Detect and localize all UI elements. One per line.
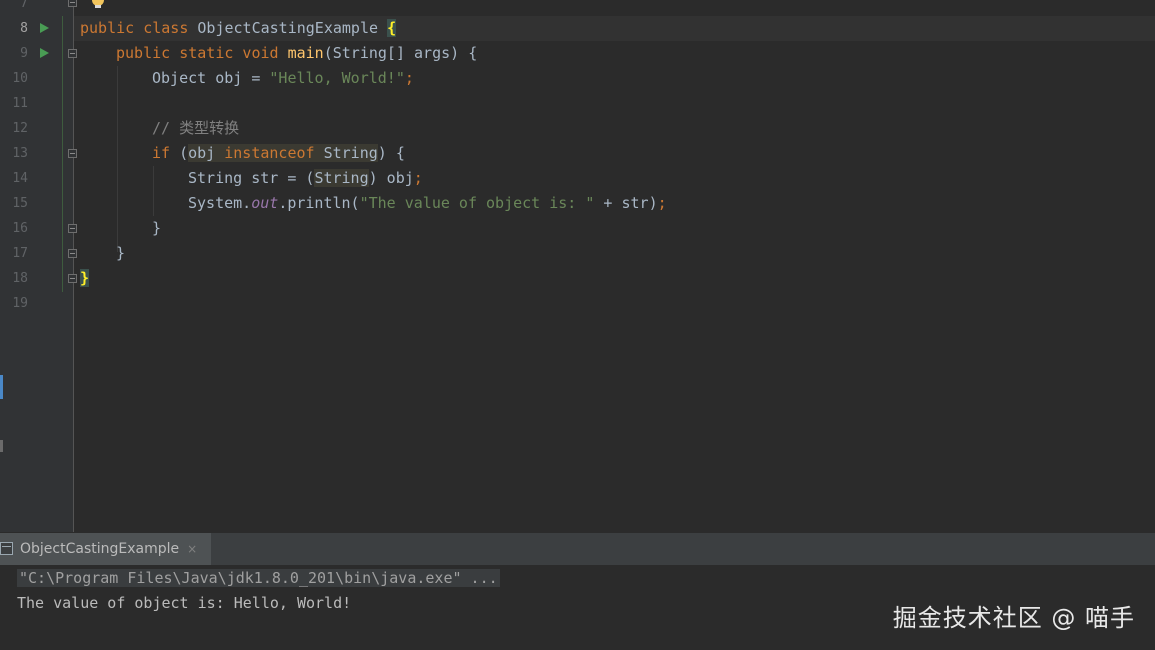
static-field: out bbox=[251, 194, 279, 212]
run-main-icon[interactable] bbox=[40, 48, 49, 58]
string-literal: "The value of object is: " bbox=[359, 194, 595, 212]
matched-brace: { bbox=[387, 19, 397, 37]
fold-marker-icon[interactable] bbox=[68, 49, 77, 58]
structure-marker bbox=[0, 375, 3, 399]
run-tab[interactable]: ObjectCastingExample × bbox=[0, 533, 212, 566]
intention-bulb-icon[interactable] bbox=[92, 0, 104, 8]
fold-marker-icon[interactable] bbox=[68, 274, 77, 283]
console-command[interactable]: "C:\Program Files\Java\jdk1.8.0_201\bin\… bbox=[17, 569, 500, 587]
close-icon[interactable]: × bbox=[187, 542, 197, 556]
console-icon bbox=[0, 542, 13, 555]
keyword: public static void bbox=[116, 44, 279, 62]
comment: // 类型转换 bbox=[152, 119, 240, 137]
line-number: 12 bbox=[12, 121, 28, 136]
keyword: public class bbox=[80, 19, 189, 37]
line-number: 9 bbox=[20, 46, 28, 61]
fold-marker-icon[interactable] bbox=[68, 249, 77, 258]
highlighted-usage: obj bbox=[188, 144, 216, 162]
line-number: 14 bbox=[12, 171, 28, 186]
indent-guide bbox=[62, 16, 63, 292]
bookmark-marker bbox=[0, 440, 3, 452]
keyword: if bbox=[152, 144, 171, 162]
line-number: 10 bbox=[12, 71, 28, 86]
code-line-14[interactable]: String str = (String) obj; bbox=[188, 166, 423, 191]
run-class-icon[interactable] bbox=[40, 23, 49, 33]
gutter-separator bbox=[73, 0, 74, 532]
code-text: .println( bbox=[278, 194, 360, 212]
fold-marker-icon[interactable] bbox=[68, 224, 77, 233]
line-number: 17 bbox=[12, 246, 28, 261]
code-line-16[interactable]: } bbox=[152, 216, 161, 241]
code-line-18[interactable]: } bbox=[80, 266, 90, 291]
code-line-12[interactable]: // 类型转换 bbox=[152, 116, 239, 141]
method-name: main bbox=[287, 44, 324, 62]
line-number: 19 bbox=[12, 296, 28, 311]
run-tab-label: ObjectCastingExample bbox=[20, 541, 180, 557]
indent-guide bbox=[117, 66, 118, 252]
watermark: 掘金技术社区 @ 喵手 bbox=[892, 604, 1135, 632]
semicolon: ; bbox=[413, 169, 423, 187]
class-name: ObjectCastingExample bbox=[197, 19, 379, 37]
code-text: System. bbox=[188, 194, 252, 212]
line-number: 15 bbox=[12, 196, 28, 211]
line-number: 11 bbox=[12, 96, 28, 111]
line-number: 8 bbox=[20, 21, 28, 36]
fold-marker-icon[interactable] bbox=[68, 0, 77, 7]
line-number: 13 bbox=[12, 146, 28, 161]
code-line-10[interactable]: Object obj = "Hello, World!"; bbox=[152, 66, 414, 91]
run-tool-window-header: ObjectCastingExample × bbox=[0, 532, 1155, 566]
code-text: } bbox=[152, 219, 162, 237]
code-line-9[interactable]: public static void main(String[] args) { bbox=[116, 41, 477, 66]
semicolon: ; bbox=[657, 194, 667, 212]
line-number: 7 bbox=[20, 0, 28, 11]
code-line-13[interactable]: if (obj instanceof String) { bbox=[152, 141, 405, 166]
code-line-15[interactable]: System.out.println("The value of object … bbox=[188, 191, 667, 216]
matched-brace: } bbox=[80, 269, 90, 287]
code-text: ) obj bbox=[368, 169, 414, 187]
code-text: String str = ( bbox=[188, 169, 315, 187]
line-number: 16 bbox=[12, 221, 28, 236]
code-line-8[interactable]: public class ObjectCastingExample { bbox=[80, 16, 397, 41]
indent-guide bbox=[153, 166, 154, 216]
highlighted-usage: String bbox=[314, 169, 369, 187]
code-editor[interactable]: 7 8 9 10 11 12 13 14 15 16 17 18 19 publ… bbox=[0, 0, 1155, 532]
code-text: ( bbox=[170, 144, 189, 162]
code-text: + str) bbox=[594, 194, 658, 212]
highlighted-usage: String bbox=[323, 144, 378, 162]
code-text: (String[] args) { bbox=[323, 44, 478, 62]
console-output: The value of object is: Hello, World! bbox=[17, 594, 352, 612]
semicolon: ; bbox=[404, 69, 414, 87]
keyword: instanceof bbox=[224, 144, 315, 162]
fold-marker-icon[interactable] bbox=[68, 149, 77, 158]
line-number: 18 bbox=[12, 271, 28, 286]
code-text: ) { bbox=[377, 144, 405, 162]
code-line-17[interactable]: } bbox=[116, 241, 125, 266]
code-text: } bbox=[116, 244, 126, 262]
console-line: "C:\Program Files\Java\jdk1.8.0_201\bin\… bbox=[17, 566, 500, 591]
string-literal: "Hello, World!" bbox=[269, 69, 405, 87]
code-text: Object obj = bbox=[152, 69, 270, 87]
